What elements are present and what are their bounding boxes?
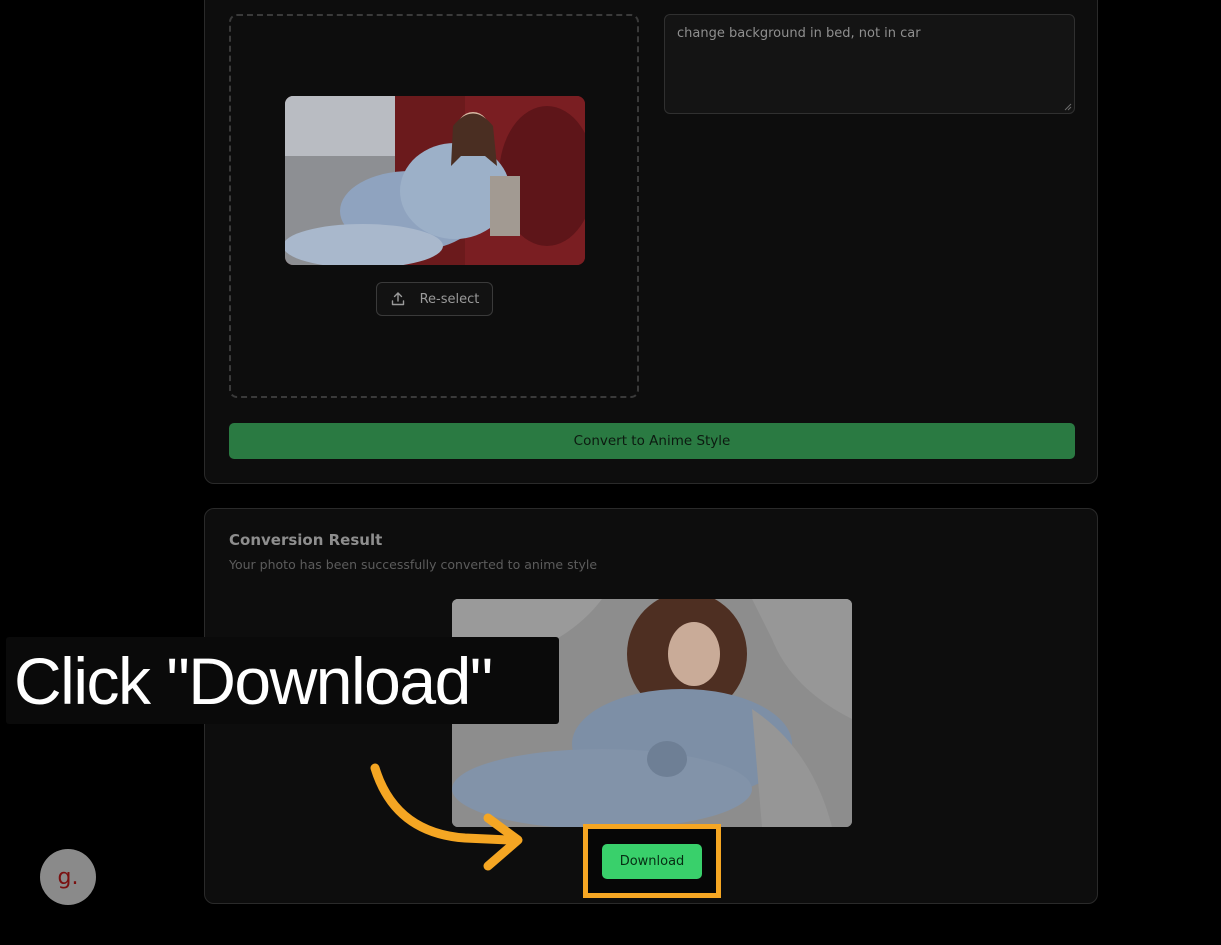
download-button[interactable]: Download: [602, 844, 702, 879]
convert-to-anime-button[interactable]: Convert to Anime Style: [229, 423, 1075, 459]
reselect-button[interactable]: Re-select: [376, 282, 493, 316]
prompt-textarea[interactable]: change background in bed, not in car: [664, 14, 1075, 114]
curved-arrow-icon: [370, 763, 523, 871]
upload-icon: [391, 292, 404, 306]
result-subtitle: Your photo has been successfully convert…: [229, 557, 598, 572]
reselect-label: Re-select: [419, 291, 480, 307]
uploaded-photo-thumbnail: [285, 96, 585, 265]
result-title: Conversion Result: [229, 531, 383, 549]
page: Re-select change background in bed, not …: [0, 0, 1221, 945]
avatar[interactable]: g.: [40, 849, 96, 905]
resize-grip-icon[interactable]: [1064, 103, 1072, 111]
instruction-callout: Click "Download": [6, 637, 559, 724]
